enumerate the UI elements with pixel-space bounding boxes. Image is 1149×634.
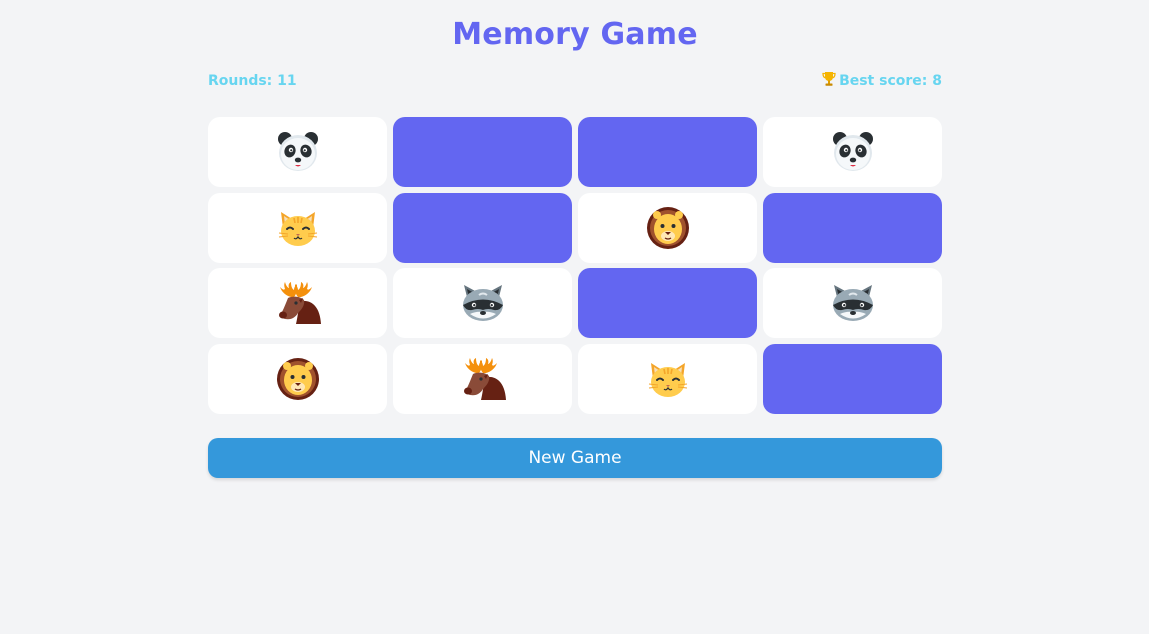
panda-icon — [276, 130, 320, 174]
card-hidden[interactable] — [763, 192, 942, 263]
stats-bar: Rounds: 11 Best score: 8 — [208, 71, 942, 93]
card-hidden[interactable] — [578, 117, 757, 187]
cat-icon — [276, 206, 320, 250]
card-revealed[interactable] — [208, 268, 387, 339]
raccoon-icon — [460, 281, 506, 325]
trophy-icon — [822, 71, 836, 87]
card-revealed[interactable] — [578, 343, 757, 414]
lion-icon — [646, 206, 690, 250]
card-revealed[interactable] — [763, 268, 942, 339]
panda-icon — [831, 130, 875, 174]
new-game-button[interactable]: New Game — [208, 438, 942, 478]
card-hidden[interactable] — [393, 117, 572, 187]
card-hidden[interactable] — [763, 343, 942, 414]
card-revealed[interactable] — [578, 192, 757, 263]
card-hidden[interactable] — [578, 268, 757, 339]
best-score: Best score: 8 — [822, 71, 942, 89]
raccoon-icon — [830, 281, 876, 325]
lion-icon — [276, 357, 320, 401]
page-title: Memory Game — [452, 17, 698, 52]
card-revealed[interactable] — [208, 192, 387, 263]
card-revealed[interactable] — [208, 343, 387, 414]
best-score-label: Best score: 8 — [839, 73, 942, 89]
rounds-counter: Rounds: 11 — [208, 73, 297, 89]
card-revealed[interactable] — [393, 268, 572, 339]
moose-icon — [459, 357, 507, 401]
card-revealed[interactable] — [393, 343, 572, 414]
moose-icon — [274, 281, 322, 325]
card-grid — [208, 117, 942, 414]
card-hidden[interactable] — [393, 192, 572, 263]
cat-icon — [646, 357, 690, 401]
card-revealed[interactable] — [763, 117, 942, 187]
card-revealed[interactable] — [208, 117, 387, 187]
